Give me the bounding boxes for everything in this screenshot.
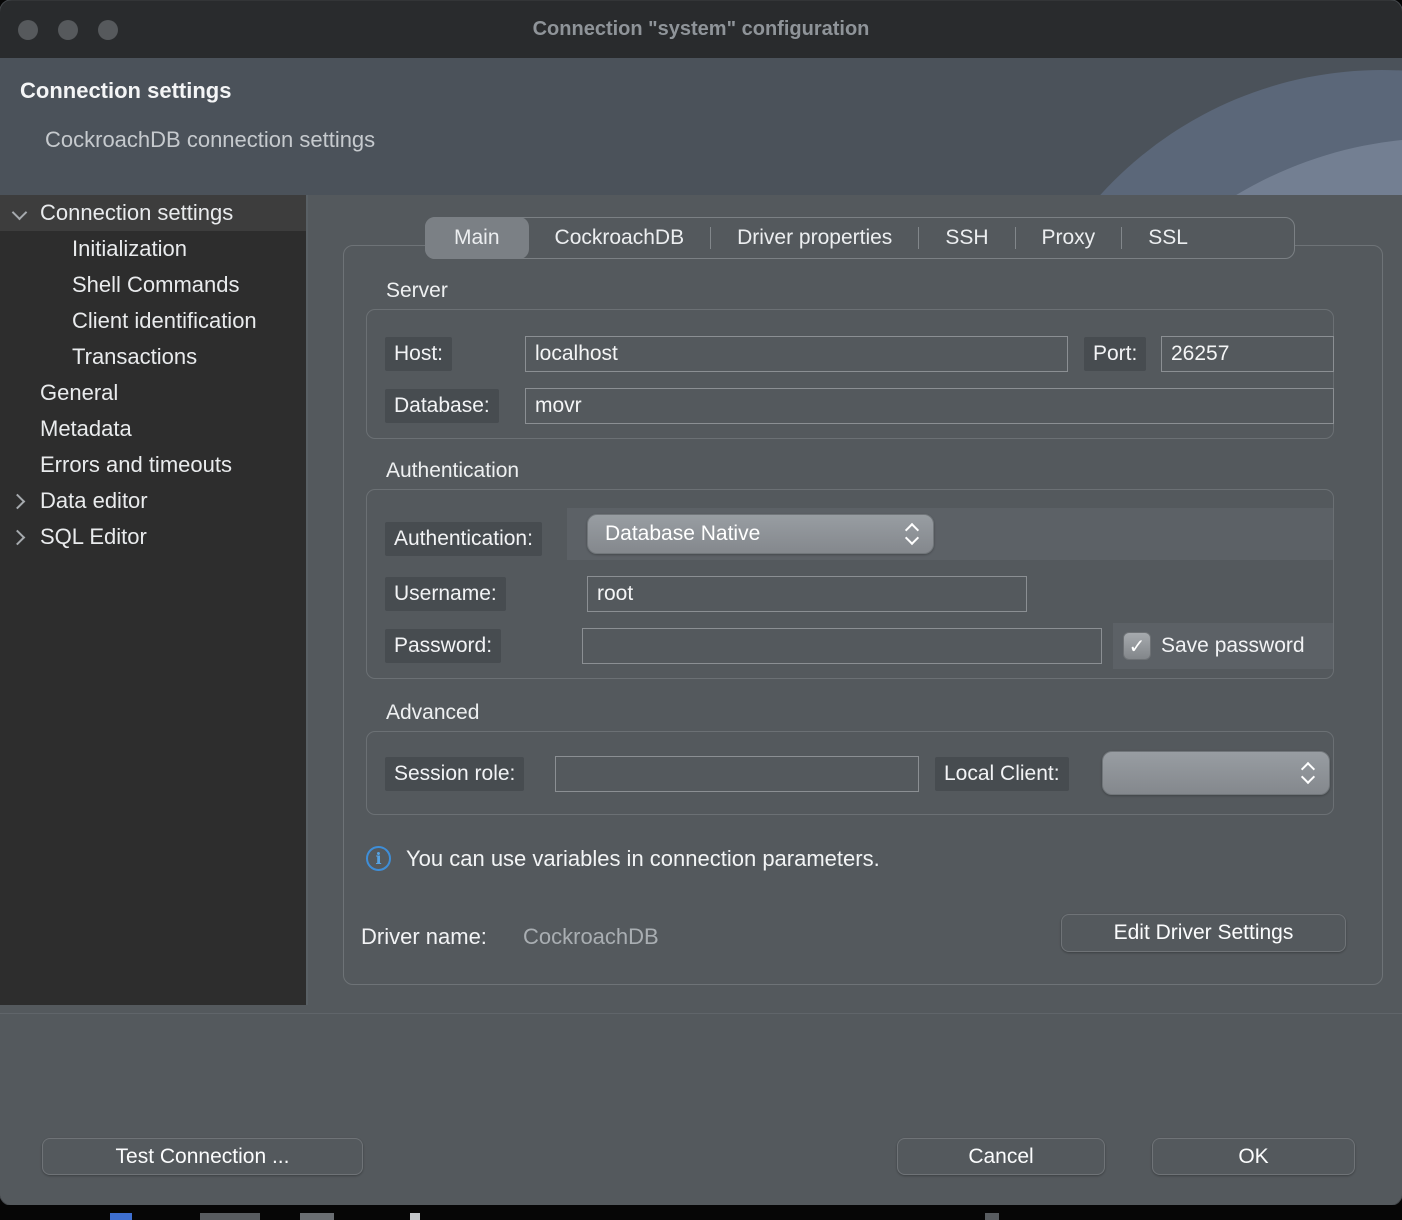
page-title: Connection settings (20, 78, 231, 104)
chevron-right-icon[interactable] (12, 494, 26, 508)
authentication-select[interactable]: Database Native (587, 514, 934, 554)
session-role-label: Session role: (385, 757, 524, 791)
sidebar-item-data-editor[interactable]: Data editor (0, 483, 306, 519)
password-label: Password: (385, 629, 501, 663)
local-client-select[interactable] (1102, 751, 1330, 795)
server-group-legend: Server (386, 279, 448, 303)
advanced-group-legend: Advanced (386, 701, 479, 725)
info-message: You can use variables in connection para… (406, 846, 880, 872)
tree-chevron-icon (12, 350, 26, 364)
screen: Connection "system" configuration Connec… (0, 0, 1402, 1220)
sidebar-item-client-identification[interactable]: Client identification (0, 303, 306, 339)
sidebar-item-label: SQL Editor (40, 524, 147, 550)
session-role-input[interactable] (555, 756, 919, 792)
authentication-select-value: Database Native (605, 522, 760, 546)
sidebar-item-errors-and-timeouts[interactable]: Errors and timeouts (0, 447, 306, 483)
authentication-group-legend: Authentication (386, 459, 519, 483)
server-group: Host: Port: Database: (366, 309, 1334, 439)
sidebar-item-label: Data editor (40, 488, 148, 514)
sidebar-item-general[interactable]: General (0, 375, 306, 411)
desktop-sliver (0, 1205, 1402, 1220)
tree-chevron-icon (12, 458, 26, 472)
sidebar-item-label: Metadata (40, 416, 132, 442)
driver-name-label: Driver name: (361, 924, 487, 950)
tab-main[interactable]: Main (425, 217, 529, 259)
sidebar-item-initialization[interactable]: Initialization (0, 231, 306, 267)
authentication-label: Authentication: (385, 522, 542, 556)
window-title: Connection "system" configuration (0, 0, 1402, 58)
save-password-strip: ✓ Save password (1113, 623, 1334, 669)
chevron-updown-icon (1301, 761, 1315, 785)
dialog-footer: Test Connection ... Cancel OK (0, 1005, 1402, 1205)
tree-chevron-icon (12, 242, 26, 256)
tree-chevron-icon (12, 422, 26, 436)
edit-driver-settings-button[interactable]: Edit Driver Settings (1061, 914, 1346, 952)
desktop-fragment (200, 1213, 260, 1220)
save-password-label: Save password (1161, 634, 1305, 658)
sidebar-item-metadata[interactable]: Metadata (0, 411, 306, 447)
tab-cockroachdb[interactable]: CockroachDB (529, 226, 711, 250)
authentication-group: Authentication: Database Native Username… (366, 489, 1334, 679)
desktop-fragment (300, 1213, 334, 1220)
host-label: Host: (385, 337, 452, 371)
username-input[interactable] (587, 576, 1027, 612)
info-icon: i (366, 846, 391, 871)
desktop-fragment (110, 1213, 132, 1220)
tab-driver-properties[interactable]: Driver properties (711, 226, 918, 250)
tab-proxy[interactable]: Proxy (1016, 226, 1122, 250)
tab-ssl[interactable]: SSL (1122, 226, 1214, 250)
save-password-checkbox[interactable]: ✓ (1123, 632, 1151, 660)
desktop-fragment (985, 1213, 999, 1220)
sidebar-item-label: Shell Commands (72, 272, 240, 298)
connection-configuration-dialog: Connection "system" configuration Connec… (0, 0, 1402, 1205)
dialog-body: Connection settings Initialization Shell… (0, 195, 1402, 1005)
sidebar-item-label: Errors and timeouts (40, 452, 232, 478)
sidebar-item-connection-settings[interactable]: Connection settings (0, 195, 306, 231)
local-client-label: Local Client: (935, 757, 1069, 791)
password-input[interactable] (582, 628, 1102, 664)
advanced-group: Session role: Local Client: (366, 731, 1334, 815)
footer-divider (0, 1013, 1402, 1014)
ok-button[interactable]: OK (1152, 1138, 1355, 1175)
desktop-fragment (410, 1213, 420, 1220)
port-label: Port: (1084, 337, 1146, 371)
chevron-down-icon[interactable] (12, 206, 26, 220)
sidebar-item-label: Connection settings (40, 200, 233, 226)
database-label: Database: (385, 389, 499, 423)
host-input[interactable] (525, 336, 1068, 372)
page-subtitle: CockroachDB connection settings (45, 127, 375, 153)
chevron-right-icon[interactable] (12, 530, 26, 544)
tab-bar: MainCockroachDBDriver propertiesSSHProxy… (425, 217, 1295, 259)
tree-chevron-icon (12, 314, 26, 328)
dialog-header: Connection settings CockroachDB connecti… (0, 58, 1402, 195)
sidebar-item-label: Client identification (72, 308, 257, 334)
sidebar-item-label: Initialization (72, 236, 187, 262)
main-content: MainCockroachDBDriver propertiesSSHProxy… (310, 195, 1402, 1005)
database-input[interactable] (525, 388, 1334, 424)
settings-tree: Connection settings Initialization Shell… (0, 195, 308, 1005)
port-input[interactable] (1161, 336, 1334, 372)
sidebar-item-label: General (40, 380, 118, 406)
tab-ssh[interactable]: SSH (919, 226, 1014, 250)
username-label: Username: (385, 577, 506, 611)
sidebar-item-sql-editor[interactable]: SQL Editor (0, 519, 306, 555)
sidebar-item-shell-commands[interactable]: Shell Commands (0, 267, 306, 303)
cancel-button[interactable]: Cancel (897, 1138, 1105, 1175)
chevron-updown-icon (905, 522, 919, 546)
titlebar: Connection "system" configuration (0, 0, 1402, 58)
main-tab-panel: Server Host: Port: Database: Authenticat… (343, 245, 1383, 985)
driver-name-value: CockroachDB (523, 924, 659, 950)
test-connection-button[interactable]: Test Connection ... (42, 1138, 363, 1175)
sidebar-item-label: Transactions (72, 344, 197, 370)
tree-chevron-icon (12, 386, 26, 400)
tree-chevron-icon (12, 278, 26, 292)
sidebar-item-transactions[interactable]: Transactions (0, 339, 306, 375)
